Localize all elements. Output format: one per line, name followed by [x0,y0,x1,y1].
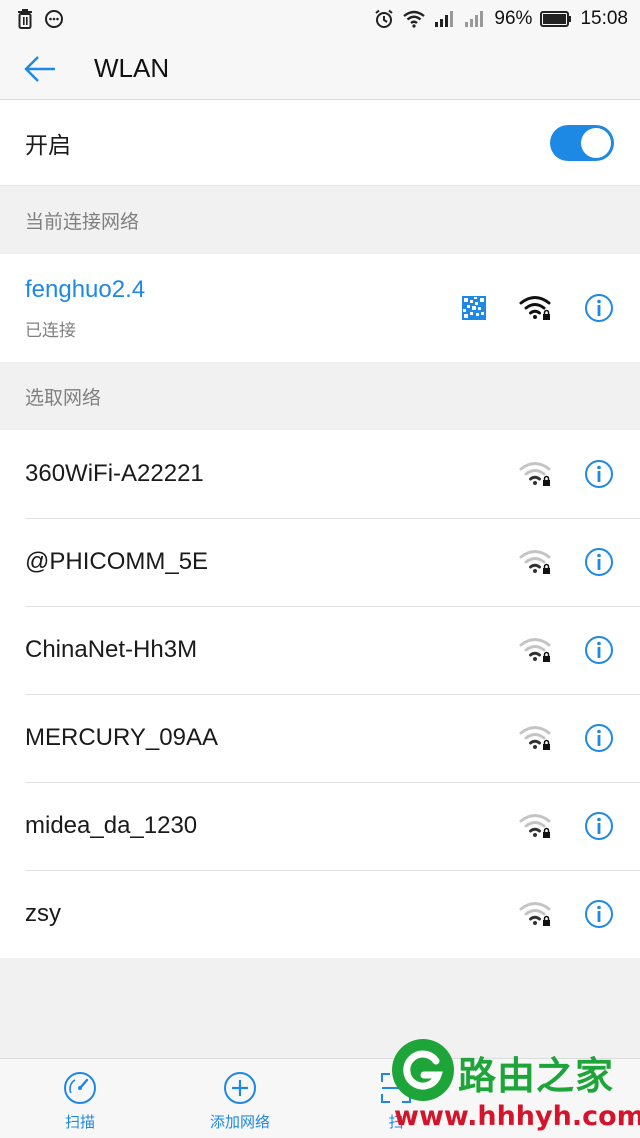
wlan-switch-label: 开启 [25,132,71,159]
page-title: WLAN [94,53,170,83]
watermark-logo-icon [392,1039,454,1101]
list-item[interactable]: ChinaNet-Hh3M [0,606,640,694]
add-network-button[interactable]: 添加网络 [180,1059,300,1138]
network-actions [518,811,614,841]
watermark-url: www.hhhyh.com [394,1101,640,1132]
list-item[interactable]: 360WiFi-A22221 [0,430,640,518]
battery-percent: 96% [494,8,533,29]
connection-status: 已连接 [25,320,76,341]
qr-code-icon[interactable] [462,296,486,320]
network-actions [518,635,614,665]
info-icon[interactable] [584,811,614,841]
list-item[interactable]: zsy [0,870,640,958]
wifi-weak-locked-icon [519,550,551,574]
add-network-label: 添加网络 [209,1113,270,1131]
message-icon [45,10,63,28]
network-ssid: MERCURY_09AA [25,724,218,751]
wlan-switch-row[interactable]: 开启 [0,100,640,186]
signal-icon [435,11,454,27]
info-icon[interactable] [584,547,614,577]
network-actions [518,723,614,753]
list-item[interactable]: midea_da_1230 [0,782,640,870]
list-item[interactable]: @PHICOMM_5E [0,518,640,606]
wifi-weak-locked-icon [519,462,551,486]
status-right: 96% 15:08 [374,8,628,30]
scan-gauge-icon [64,1072,96,1104]
scan-button[interactable]: 扫描 [20,1059,140,1138]
info-icon[interactable] [584,899,614,929]
list-item[interactable]: MERCURY_09AA [0,694,640,782]
watermark: 路由之家 www.hhhyh.com [388,1035,640,1138]
back-arrow-icon [24,55,55,82]
wifi-strong-locked-icon [519,296,551,320]
network-ssid: @PHICOMM_5E [25,548,209,575]
watermark-title: 路由之家 [458,1054,615,1098]
scan-label: 扫描 [64,1113,95,1131]
info-icon[interactable] [584,293,614,323]
wifi-icon [403,10,426,28]
clock: 15:08 [580,8,628,29]
battery-icon [540,11,572,27]
wifi-weak-locked-icon [519,902,551,926]
network-ssid: ChinaNet-Hh3M [25,636,198,663]
add-circle-icon [224,1072,256,1104]
info-icon[interactable] [584,635,614,665]
network-ssid: zsy [25,900,61,927]
current-network-header: 当前连接网络 [0,186,640,254]
network-list: 360WiFi-A22221 @PHICOMM_5E ChinaNet-Hh3M… [0,430,640,958]
info-icon[interactable] [584,459,614,489]
connected-actions [462,293,614,323]
network-actions [518,459,614,489]
connected-network-row[interactable]: fenghuo2.4 已连接 [0,254,640,362]
network-ssid: midea_da_1230 [25,812,198,839]
status-bar: 96% 15:08 [0,0,640,38]
back-button[interactable] [0,38,80,100]
app-bar: WLAN [0,38,640,100]
wlan-toggle[interactable] [550,124,614,161]
choose-network-header: 选取网络 [0,362,640,430]
wifi-weak-locked-icon [519,726,551,750]
alarm-icon [375,9,394,28]
toggle-knob [581,127,611,158]
network-ssid: 360WiFi-A22221 [25,460,204,487]
wifi-weak-locked-icon [519,638,551,662]
connected-ssid: fenghuo2.4 [25,275,146,303]
connected-network-text: fenghuo2.4 已连接 [25,276,145,341]
network-actions [518,547,614,577]
network-actions [518,899,614,929]
info-icon[interactable] [584,723,614,753]
wifi-weak-locked-icon [519,814,551,838]
trash-icon [18,9,32,29]
status-left [16,9,64,29]
signal-icon [465,11,484,27]
